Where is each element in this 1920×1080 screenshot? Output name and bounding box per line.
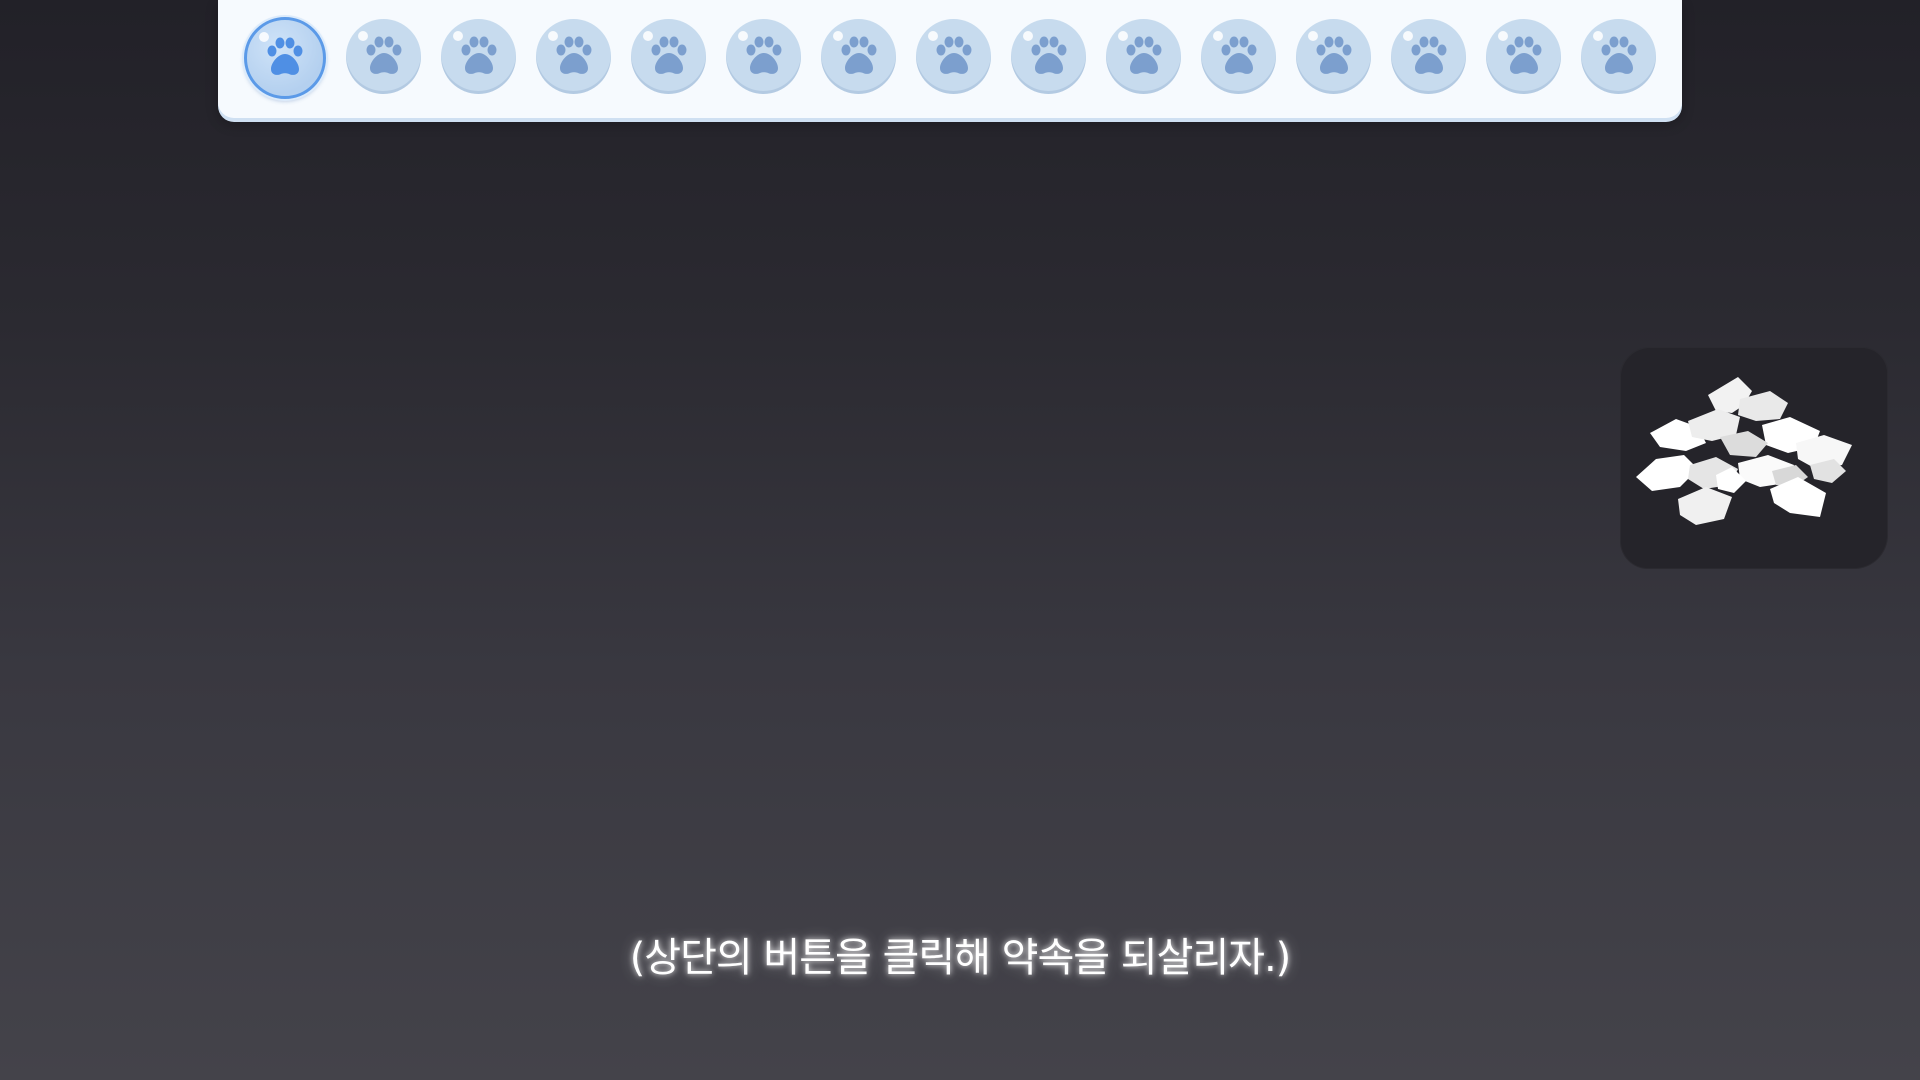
- paw-icon: [453, 31, 505, 83]
- paw-button-14[interactable]: [1486, 19, 1561, 94]
- paw-icon: [1023, 31, 1075, 83]
- paw-button-6[interactable]: [726, 19, 801, 94]
- paw-button-13[interactable]: [1391, 19, 1466, 94]
- paw-button-2[interactable]: [346, 19, 421, 94]
- paw-icon: [833, 31, 885, 83]
- paw-icon: [1403, 31, 1455, 83]
- paw-icon: [1118, 31, 1170, 83]
- paw-button-11[interactable]: [1201, 19, 1276, 94]
- paw-icon: [643, 31, 695, 83]
- paw-icon: [1308, 31, 1360, 83]
- paw-icon: [259, 32, 311, 84]
- paw-button-12[interactable]: [1296, 19, 1371, 94]
- paw-button-1[interactable]: [244, 17, 326, 99]
- paw-button-5[interactable]: [631, 19, 706, 94]
- top-toolbar: [218, 0, 1682, 118]
- paw-icon: [548, 31, 600, 83]
- paw-icon: [1213, 31, 1265, 83]
- paw-button-15[interactable]: [1581, 19, 1656, 94]
- paw-button-row: [244, 17, 1656, 99]
- hint-subtitle: (상단의 버튼을 클릭해 약속을 되살리자.): [629, 935, 1292, 981]
- paw-icon: [1593, 31, 1645, 83]
- paw-button-9[interactable]: [1011, 19, 1086, 94]
- paw-icon: [928, 31, 980, 83]
- item-slot[interactable]: [1620, 347, 1888, 569]
- paw-icon: [738, 31, 790, 83]
- torn-paper-pile-icon: [1636, 377, 1852, 525]
- paw-icon: [358, 31, 410, 83]
- paw-icon: [1498, 31, 1550, 83]
- paw-button-10[interactable]: [1106, 19, 1181, 94]
- paw-button-7[interactable]: [821, 19, 896, 94]
- paw-button-8[interactable]: [916, 19, 991, 94]
- paw-button-4[interactable]: [536, 19, 611, 94]
- paw-button-3[interactable]: [441, 19, 516, 94]
